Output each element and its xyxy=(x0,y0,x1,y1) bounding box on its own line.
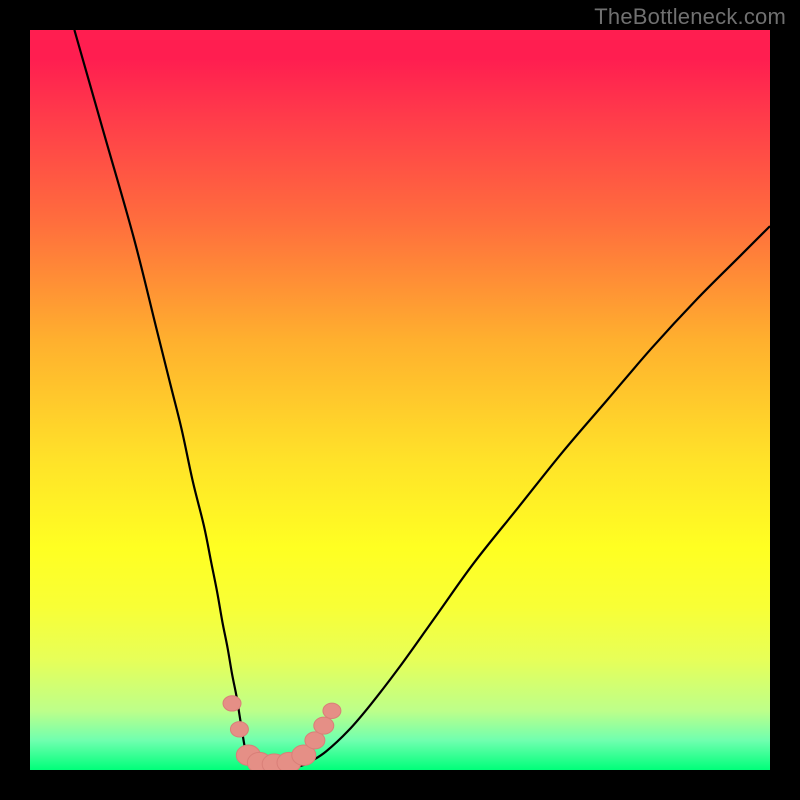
chart-frame: TheBottleneck.com xyxy=(0,0,800,800)
marker-dot xyxy=(314,717,334,734)
marker-dot xyxy=(323,703,341,718)
bottleneck-curve xyxy=(74,30,770,769)
plot-area xyxy=(30,30,770,770)
watermark-text: TheBottleneck.com xyxy=(594,4,786,30)
curve-svg xyxy=(30,30,770,770)
marker-dot xyxy=(223,696,241,711)
marker-dot xyxy=(230,722,248,737)
curve-markers xyxy=(223,696,341,770)
